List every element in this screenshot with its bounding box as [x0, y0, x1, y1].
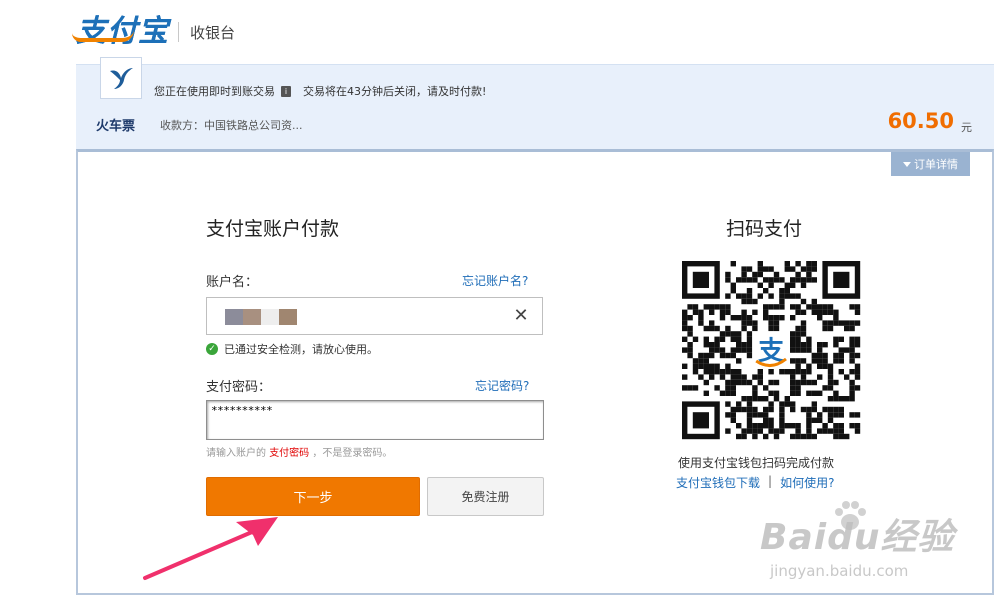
order-details-toggle[interactable]: 订单详情 [891, 152, 970, 176]
merchant-logo [100, 57, 142, 99]
top-bar: 支付宝 收银台 [0, 0, 1000, 64]
payment-password-input[interactable]: ********** [206, 400, 544, 440]
hint-prefix: 请输入账户的 [206, 448, 266, 459]
security-check: ✓ 已通过安全检测，请放心使用。 [206, 341, 378, 357]
header-divider [178, 22, 179, 42]
order-summary: 您正在使用即时到账交易 i 交易将在43分钟后关闭，请及时付款! 火车票 收款方… [76, 57, 994, 150]
wallet-download-link[interactable]: 支付宝钱包下载 [676, 474, 760, 491]
notice-text: 您正在使用即时到账交易 [154, 85, 275, 98]
how-to-use-link[interactable]: 如何使用? [780, 474, 834, 491]
account-input[interactable]: ✕ [206, 297, 543, 335]
hint-suffix: ，不是登录密码。 [312, 448, 393, 459]
password-label: 支付密码： [206, 380, 272, 395]
logo-text: 支付宝 [76, 14, 169, 49]
free-register-button[interactable]: 免费注册 [427, 477, 544, 516]
check-circle-icon: ✓ [206, 343, 218, 355]
next-step-button[interactable]: 下一步 [206, 477, 420, 516]
payee: 收款方：中国铁路总公司资... [160, 119, 303, 132]
amount-unit: 元 [961, 121, 972, 134]
transaction-notice: 您正在使用即时到账交易 i 交易将在43分钟后关闭，请及时付款! [154, 83, 486, 99]
order-amount: 60.50 [887, 109, 954, 133]
qr-pay-title: 扫码支付 [726, 218, 803, 240]
qr-code: 支 [681, 260, 861, 442]
qr-code-icon: 支 [682, 261, 861, 440]
close-warning: 交易将在43分钟后关闭，请及时付款! [303, 85, 487, 98]
account-payment-title: 支付宝账户付款 [206, 218, 340, 240]
swallow-icon [110, 68, 133, 89]
forgot-account-link[interactable]: 忘记账户名? [462, 272, 528, 289]
logo-swoosh [72, 30, 134, 42]
security-check-text: 已通过安全检测，请放心使用。 [224, 343, 378, 356]
link-separator: | [768, 474, 773, 488]
page-subtitle: 收银台 [190, 24, 236, 42]
masked-account [225, 309, 297, 325]
order-name: 火车票 [96, 119, 136, 134]
caret-down-icon [903, 161, 911, 167]
baidu-watermark: Baidu经验 jingyan.baidu.com [760, 501, 954, 580]
clear-icon[interactable]: ✕ [510, 305, 532, 327]
paw-icon [835, 501, 866, 530]
cashier-page: 支付宝 收银台 您正在使用即时到账交易 i 交易将在43分钟后关闭，请及时付款!… [0, 0, 1000, 606]
password-hint: 请输入账户的 支付密码 ，不是登录密码。 [206, 444, 392, 459]
pointer-arrow-icon [143, 517, 278, 580]
info-icon[interactable]: i [281, 85, 291, 97]
order-details-label: 订单详情 [914, 158, 958, 171]
forgot-password-link[interactable]: 忘记密码? [475, 377, 529, 394]
hint-emphasis: 支付密码 [269, 448, 310, 459]
alipay-logo[interactable]: 支付宝 [72, 8, 169, 49]
qr-caption: 使用支付宝钱包扫码完成付款 [678, 456, 835, 470]
qr-links: 支付宝钱包下载 | 如何使用? [676, 474, 834, 491]
account-label: 账户名： [206, 275, 259, 290]
watermark-url: jingyan.baidu.com [770, 562, 909, 580]
